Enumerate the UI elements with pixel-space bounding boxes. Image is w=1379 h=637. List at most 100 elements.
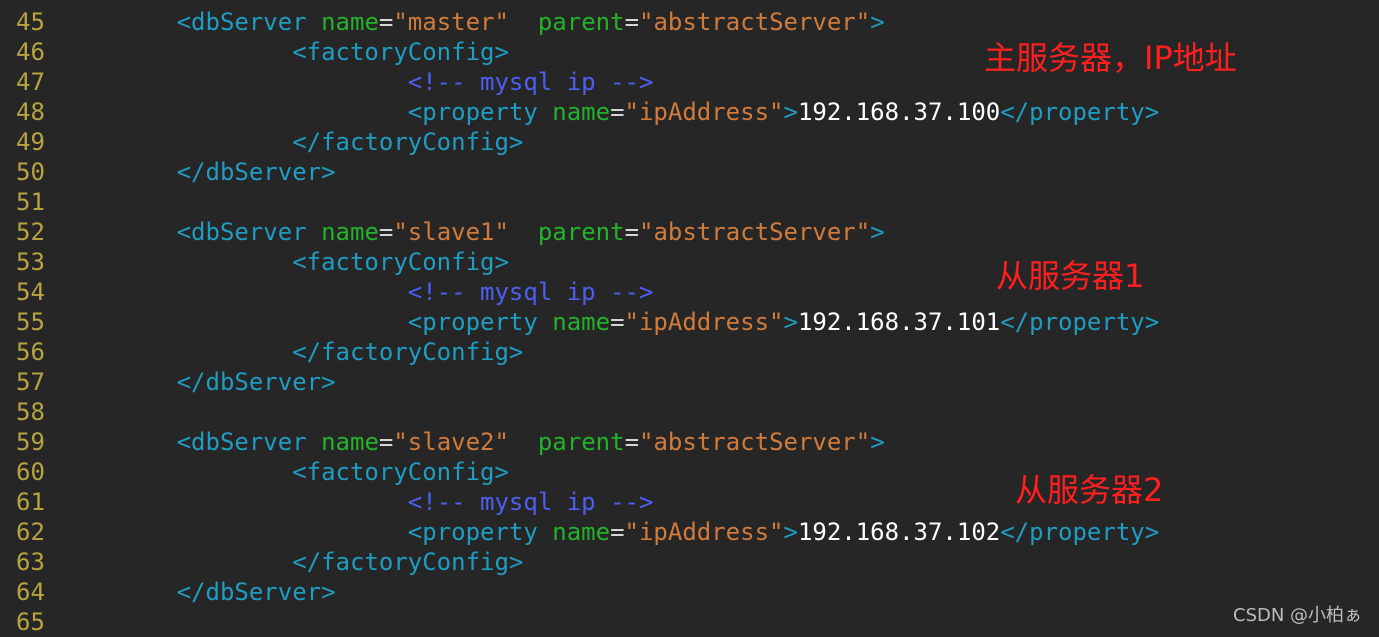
attr-parent: parent xyxy=(537,428,625,456)
equals: = xyxy=(624,8,640,36)
attr-parent: parent xyxy=(537,218,625,246)
quote: " xyxy=(769,98,784,126)
ip-address: 192.168.37.100 xyxy=(797,98,1001,126)
property-name: ipAddress xyxy=(638,518,770,546)
code-line: 64 </dbServer> xyxy=(0,577,1379,607)
code-line: 45 <dbServer name="master" parent="abstr… xyxy=(0,7,1379,37)
tag-end: > xyxy=(783,98,798,126)
parent-value: abstractServer xyxy=(653,428,856,456)
tag-open: <property xyxy=(407,98,538,126)
code-line: 52 <dbServer name="slave1" parent="abstr… xyxy=(0,217,1379,247)
code-line: 62 <property name="ipAddress">192.168.37… xyxy=(0,517,1379,547)
attr-name: name xyxy=(552,308,611,336)
tag-close: </property> xyxy=(1000,98,1160,126)
tag-open: <dbServer xyxy=(176,218,307,246)
quote: " xyxy=(769,308,784,336)
code-content: </dbServer> xyxy=(61,157,336,187)
line-number: 51 xyxy=(16,188,45,216)
code-line: 55 <property name="ipAddress">192.168.37… xyxy=(0,307,1379,337)
quote: " xyxy=(624,518,639,546)
code-content: <!-- mysql ip --> xyxy=(61,67,654,97)
code-content: <factoryConfig> xyxy=(61,247,509,277)
equals: = xyxy=(610,308,625,336)
code-line: 53 <factoryConfig> xyxy=(0,247,1379,277)
annotation-slave2: 从服务器2 xyxy=(1015,471,1164,509)
code-line: 51 xyxy=(0,187,1379,217)
code-content: <dbServer name="slave1" parent="abstract… xyxy=(61,217,885,247)
tag: <factoryConfig> xyxy=(292,38,509,66)
quote: " xyxy=(639,8,654,36)
code-content: </dbServer> xyxy=(61,577,336,607)
server-name: slave2 xyxy=(407,428,495,456)
line-number: 44 xyxy=(16,0,76,7)
tag-end: > xyxy=(783,308,798,336)
code-content: <factoryConfig> xyxy=(61,37,509,67)
code-content: </dbServer> xyxy=(61,367,336,397)
code-line: 48 <property name="ipAddress">192.168.37… xyxy=(0,97,1379,127)
tag-open: <property xyxy=(407,518,538,546)
tag-close: </property> xyxy=(1000,308,1160,336)
quote: " xyxy=(624,98,639,126)
code-content: </factoryConfig> xyxy=(61,337,523,367)
equals: = xyxy=(624,218,640,246)
code-line: 58 xyxy=(0,397,1379,427)
quote: " xyxy=(769,518,784,546)
code-content: <!-- mysql ip --> xyxy=(61,277,654,307)
attr-name: name xyxy=(321,8,379,36)
quote: " xyxy=(855,218,871,246)
code-line: 59 <dbServer name="slave2" parent="abstr… xyxy=(0,427,1379,457)
quote: " xyxy=(393,428,408,456)
tag-open: <property xyxy=(407,308,538,336)
code-content: <dbServer name="slave2" parent="abstract… xyxy=(61,427,885,457)
equals: = xyxy=(378,218,394,246)
equals: = xyxy=(378,8,394,36)
parent-value: abstractServer xyxy=(653,218,856,246)
ip-address: 192.168.37.101 xyxy=(797,308,1001,336)
tag: <factoryConfig> xyxy=(292,458,509,486)
quote: " xyxy=(494,218,509,246)
code-content: <property name="ipAddress">192.168.37.10… xyxy=(61,97,1159,127)
comment: <!-- mysql ip --> xyxy=(407,488,654,516)
equals: = xyxy=(610,98,625,126)
tag: </dbServer> xyxy=(176,158,336,186)
tag: <factoryConfig> xyxy=(292,248,509,276)
server-name: slave1 xyxy=(407,218,495,246)
tag-end: > xyxy=(870,218,885,246)
attr-name: name xyxy=(321,218,379,246)
code-line: 44 xyxy=(0,0,1379,7)
code-line: 60 <factoryConfig> xyxy=(0,457,1379,487)
equals: = xyxy=(378,428,394,456)
code-content: <factoryConfig> xyxy=(61,457,509,487)
tag-open: <dbServer xyxy=(176,8,307,36)
code-content: <property name="ipAddress">192.168.37.10… xyxy=(61,307,1159,337)
tag-end: > xyxy=(870,428,885,456)
attr-name: name xyxy=(552,98,611,126)
attr-name: name xyxy=(552,518,611,546)
tag: </dbServer> xyxy=(176,368,336,396)
quote: " xyxy=(855,8,871,36)
quote: " xyxy=(639,428,654,456)
code-line: 57 </dbServer> xyxy=(0,367,1379,397)
tag-end: > xyxy=(783,518,798,546)
server-name: master xyxy=(407,8,495,36)
comment: <!-- mysql ip --> xyxy=(407,68,654,96)
code-content: </factoryConfig> xyxy=(61,547,523,577)
quote: " xyxy=(393,218,408,246)
equals: = xyxy=(610,518,625,546)
tag: </dbServer> xyxy=(176,578,336,606)
tag: </factoryConfig> xyxy=(292,128,524,156)
attr-name: name xyxy=(321,428,379,456)
quote: " xyxy=(624,308,639,336)
attr-parent: parent xyxy=(537,8,625,36)
code-content: <dbServer name="master" parent="abstract… xyxy=(61,7,885,37)
code-editor[interactable]: 4445 <dbServer name="master" parent="abs… xyxy=(0,0,1379,637)
property-name: ipAddress xyxy=(638,98,770,126)
quote: " xyxy=(393,8,408,36)
annotation-master: 主服务器，IP地址 xyxy=(984,39,1237,77)
equals: = xyxy=(624,428,640,456)
parent-value: abstractServer xyxy=(653,8,856,36)
code-content: </factoryConfig> xyxy=(61,127,523,157)
code-line: 56 </factoryConfig> xyxy=(0,337,1379,367)
property-name: ipAddress xyxy=(638,308,770,336)
quote: " xyxy=(855,428,871,456)
